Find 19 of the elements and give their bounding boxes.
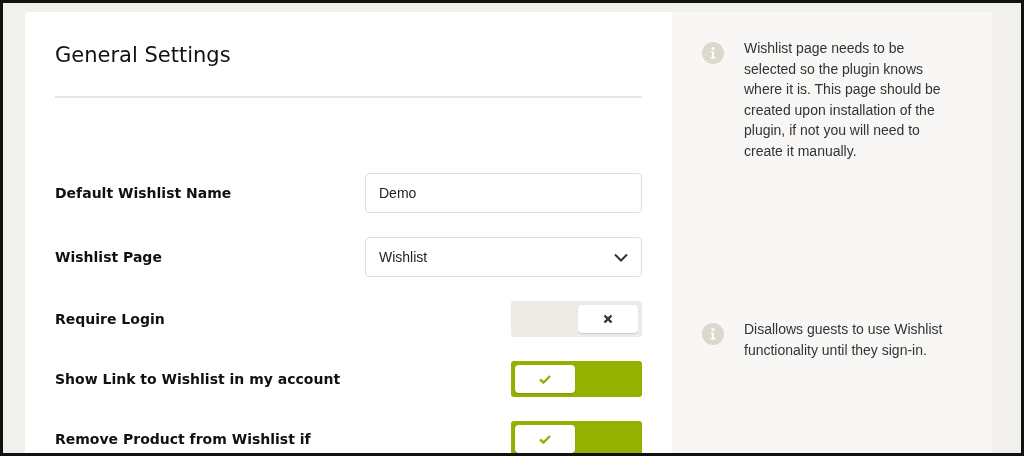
input-field[interactable]: Demo xyxy=(365,173,642,213)
toggle-switch[interactable] xyxy=(511,301,642,337)
help-text: Disallows guests to use Wishlist functionality until they sign-in. xyxy=(744,320,944,360)
close-icon xyxy=(603,314,613,324)
check-icon xyxy=(539,374,551,384)
chevron-icon xyxy=(614,252,628,262)
check-icon xyxy=(539,434,551,444)
help-text: Wishlist page needs to be selected so the plugin knows where it is. This page should be created upon installation of the plugin, if not you will need to create it manually. xyxy=(744,39,942,161)
field-label: Wishlist Page xyxy=(55,249,162,265)
info-icon xyxy=(702,323,724,345)
field-label: Require Login xyxy=(55,311,165,327)
field-label: Default Wishlist Name xyxy=(55,185,232,201)
toggle-switch[interactable] xyxy=(511,361,642,397)
select-dropdown[interactable]: Wishlist xyxy=(365,237,642,277)
field-label: Show Link to Wishlist in my account xyxy=(55,371,341,387)
toggle-switch[interactable] xyxy=(511,421,642,453)
info-icon xyxy=(702,42,724,64)
section-heading: General Settings xyxy=(55,42,232,68)
field-label: Remove Product from Wishlist if xyxy=(55,431,311,447)
